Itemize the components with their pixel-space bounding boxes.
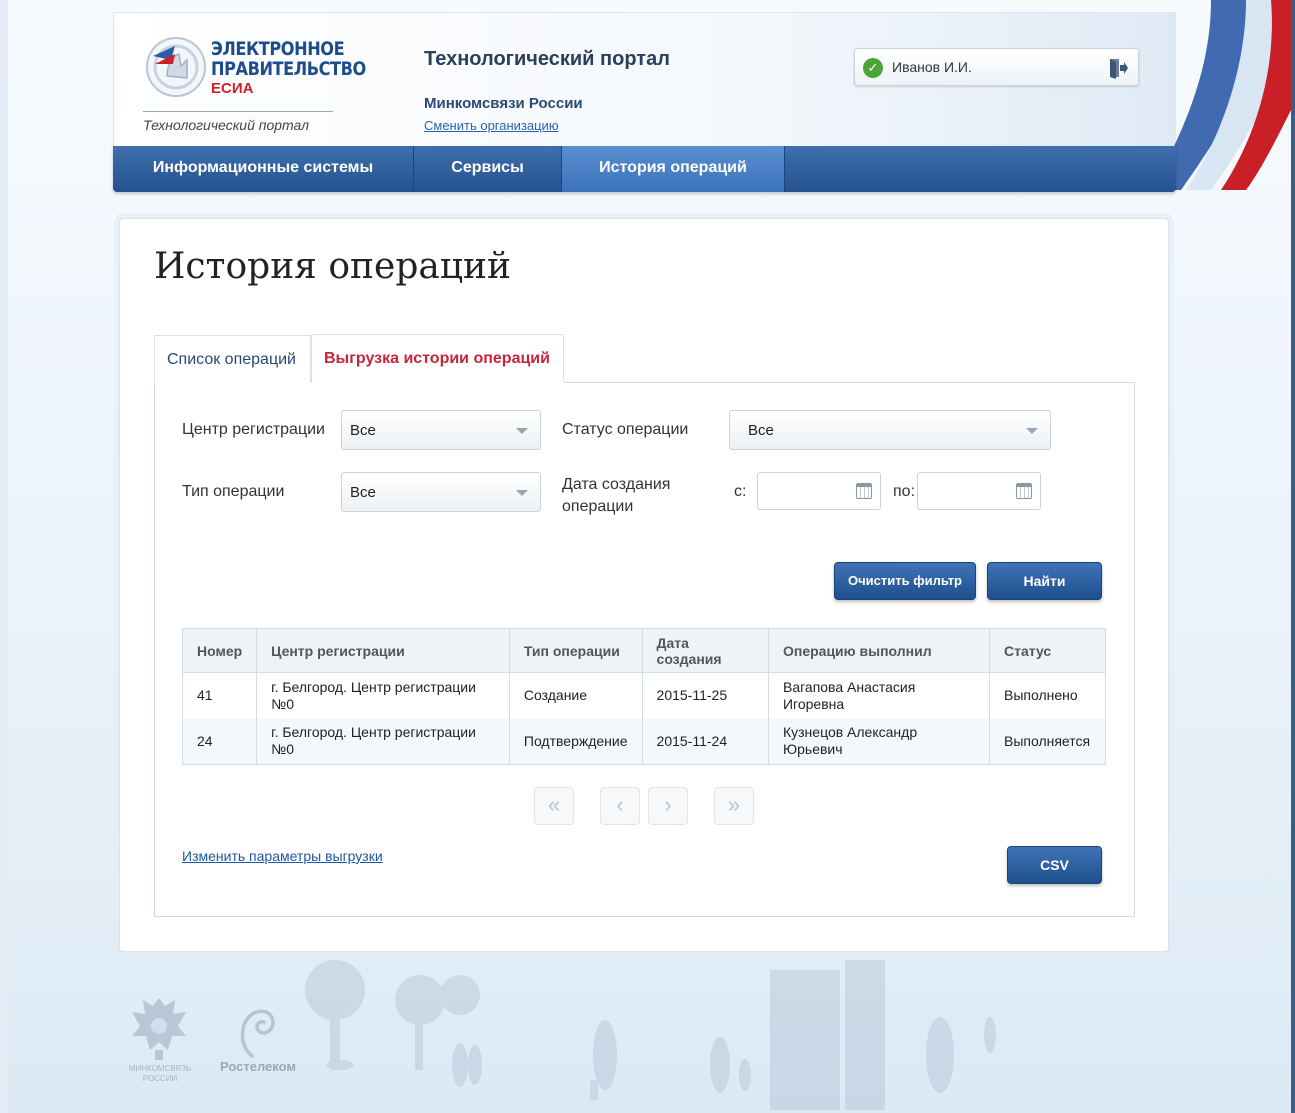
date-from-input[interactable] — [757, 472, 881, 510]
center-filter-label: Центр регистрации — [182, 421, 325, 438]
next-page-button[interactable]: › — [648, 787, 688, 825]
change-organization-link[interactable]: Сменить организацию — [424, 118, 559, 133]
chevron-down-icon — [516, 428, 528, 434]
cell-date: 2015-11-25 — [641, 672, 769, 719]
cell-center: г. Белгород. Центр регистрации №0 — [256, 718, 510, 765]
prev-page-button[interactable]: ‹ — [600, 787, 640, 825]
date-to-input[interactable] — [917, 472, 1041, 510]
column-header[interactable]: Операцию выполнил — [767, 628, 990, 673]
csv-export-button[interactable]: CSV — [1007, 846, 1102, 884]
clear-filter-button[interactable]: Очистить фильтр — [834, 562, 976, 600]
nav-item-services[interactable]: Сервисы — [414, 146, 562, 192]
page-title: История операций — [154, 246, 511, 287]
tab-operations-export[interactable]: Выгрузка истории операций — [311, 334, 564, 383]
column-header[interactable]: Тип операции — [508, 628, 643, 673]
cell-date: 2015-11-24 — [641, 718, 769, 765]
rostelecom-footer-label: Ростелеком — [220, 1059, 296, 1074]
logo-esia-text: ЕСИА — [211, 80, 254, 97]
window-frame-left — [0, 0, 8, 1113]
center-select-value: Все — [350, 422, 376, 439]
find-button[interactable]: Найти — [987, 562, 1102, 600]
status-filter-label: Статус операции — [562, 421, 689, 438]
cell-performer: Кузнецов Александр Юрьевич — [767, 718, 990, 765]
cell-number: 24 — [181, 718, 258, 765]
portal-title: Технологический портал — [424, 48, 670, 70]
cell-status: Выполняется — [988, 718, 1107, 765]
operations-table: Номер Центр регистрации Тип операции Дат… — [181, 628, 1107, 765]
date-to-label: по: — [893, 483, 916, 500]
table-header-row: Номер Центр регистрации Тип операции Дат… — [181, 628, 1107, 673]
column-header[interactable]: Дата создания — [641, 628, 769, 673]
calendar-icon[interactable] — [1016, 483, 1032, 499]
russian-coat-of-arms-icon — [132, 998, 186, 1060]
type-filter-label: Тип операции — [182, 483, 285, 500]
logo-text-line2: ПРАВИТЕЛЬСТВО — [211, 58, 366, 80]
date-from-label: с: — [734, 483, 747, 500]
status-select[interactable]: Все — [729, 410, 1051, 450]
column-header[interactable]: Статус — [988, 628, 1107, 673]
logo-divider — [143, 111, 333, 112]
table-row[interactable]: 24 г. Белгород. Центр регистрации №0 Под… — [181, 718, 1107, 765]
column-header[interactable]: Центр регистрации — [256, 628, 510, 673]
minsvyaz-footer-label: МИНКОМСВЯЗЬ РОССИИ — [128, 1064, 192, 1083]
rostelecom-logo-icon — [240, 1009, 275, 1058]
logo-text-line1: ЭЛЕКТРОННОЕ — [211, 38, 345, 60]
cell-type: Создание — [508, 672, 643, 719]
check-icon: ✓ — [863, 58, 883, 78]
cell-type: Подтверждение — [508, 718, 643, 765]
main-navigation: Информационные системы Сервисы История о… — [113, 146, 1176, 192]
center-select[interactable]: Все — [341, 410, 541, 450]
user-name[interactable]: Иванов И.И. — [892, 59, 972, 75]
date-filter-label: Дата создания операции — [562, 476, 671, 515]
calendar-icon[interactable] — [856, 483, 872, 499]
cell-status: Выполнено — [988, 672, 1107, 719]
city-silhouette-decoration — [305, 960, 996, 1110]
window-frame-right — [1291, 0, 1295, 1113]
table-row[interactable]: 41 г. Белгород. Центр регистрации №0 Соз… — [181, 672, 1107, 719]
nav-item-operations-history[interactable]: История операций — [562, 146, 785, 192]
logo-subtitle: Технологический портал — [143, 117, 310, 133]
e-government-logo-icon — [146, 37, 206, 97]
cell-performer: Вагапова Анастасия Игоревна — [767, 672, 990, 719]
status-select-value: Все — [748, 422, 774, 439]
type-select[interactable]: Все — [341, 472, 541, 512]
cell-number: 41 — [181, 672, 258, 719]
organization-name: Минкомсвязи России — [424, 95, 583, 112]
type-select-value: Все — [350, 484, 376, 501]
chevron-down-icon — [516, 490, 528, 496]
chevron-down-icon — [1026, 428, 1038, 434]
change-export-params-link[interactable]: Изменить параметры выгрузки — [182, 848, 383, 864]
nav-item-information-systems[interactable]: Информационные системы — [113, 146, 414, 192]
column-header[interactable]: Номер — [181, 628, 258, 673]
first-page-button[interactable]: « — [534, 787, 574, 825]
user-panel: ✓ Иванов И.И. — [854, 48, 1139, 86]
last-page-button[interactable]: » — [714, 787, 754, 825]
cell-center: г. Белгород. Центр регистрации №0 — [256, 672, 510, 719]
logout-icon[interactable] — [1108, 57, 1128, 79]
tab-operations-list[interactable]: Список операций — [154, 335, 311, 383]
